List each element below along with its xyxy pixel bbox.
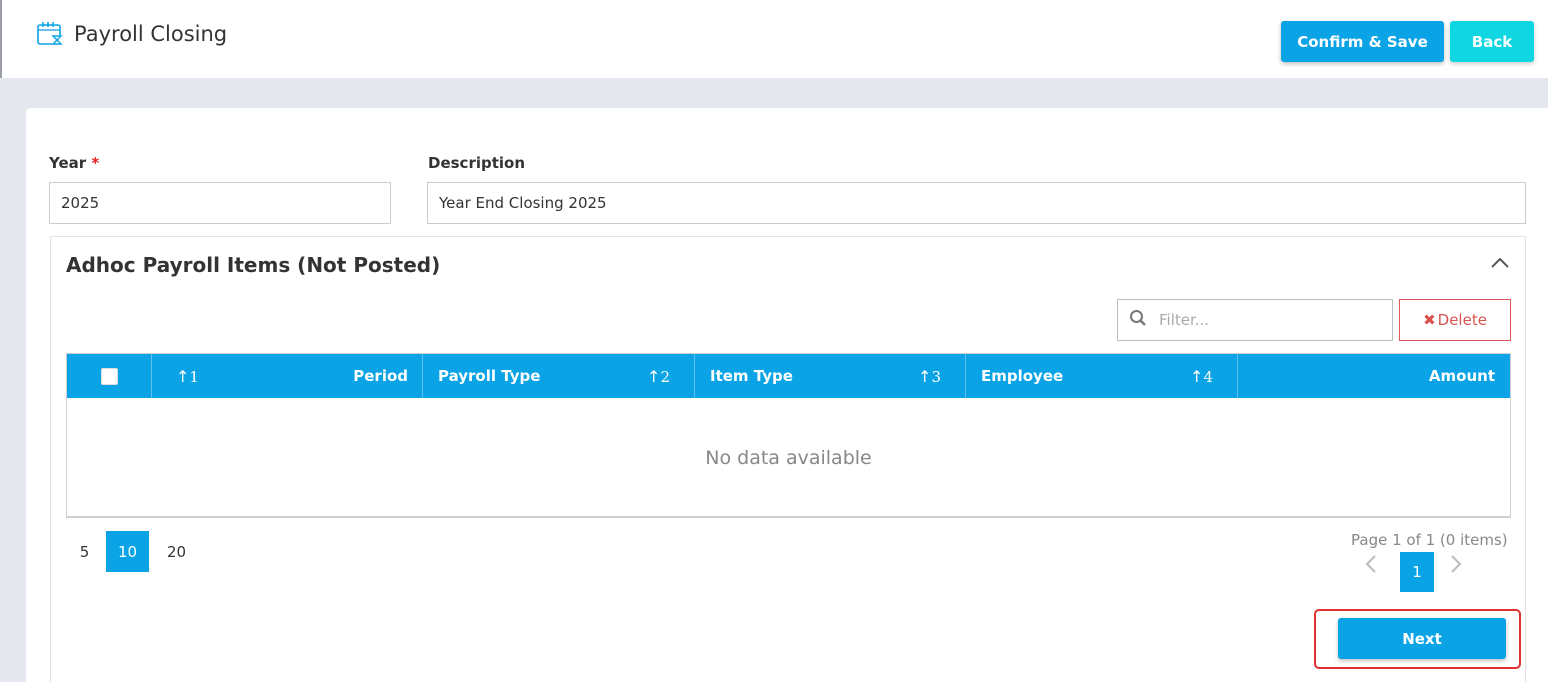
- sort-arrow-icon: ↑: [176, 366, 190, 386]
- form-card: Year * 2025 Description Year End Closing…: [26, 108, 1548, 682]
- page-info: Page 1 of 1 (0 items): [1351, 531, 1508, 549]
- close-icon: ✖: [1423, 311, 1436, 329]
- title-wrap: Payroll Closing: [36, 20, 227, 48]
- column-amount[interactable]: Amount: [1238, 354, 1510, 398]
- year-value: 2025: [61, 194, 100, 212]
- sort-order: 1: [189, 367, 199, 386]
- delete-label: Delete: [1437, 311, 1487, 329]
- sort-order: 4: [1203, 367, 1213, 386]
- required-mark: *: [91, 154, 100, 172]
- page-size-5[interactable]: 5: [63, 531, 106, 572]
- column-label: Amount: [1428, 367, 1495, 385]
- column-period[interactable]: ↑1 Period: [152, 354, 423, 398]
- column-label: Employee: [981, 367, 1064, 385]
- column-label: Payroll Type: [438, 367, 541, 385]
- year-label-text: Year: [49, 154, 87, 172]
- page-title: Payroll Closing: [74, 22, 228, 46]
- chevron-right-icon[interactable]: [1449, 553, 1463, 575]
- sort-indicator: ↑1: [176, 367, 199, 386]
- filter-input[interactable]: Filter...: [1117, 299, 1393, 341]
- chevron-up-icon[interactable]: [1489, 255, 1511, 271]
- year-label: Year *: [49, 154, 99, 172]
- sort-arrow-icon: ↑: [647, 366, 661, 386]
- confirm-save-button[interactable]: Confirm & Save: [1281, 21, 1444, 62]
- page-size-20[interactable]: 20: [155, 531, 198, 572]
- page-button-1[interactable]: 1: [1400, 552, 1434, 592]
- adhoc-items-panel: Adhoc Payroll Items (Not Posted) Filter.…: [50, 236, 1526, 682]
- payroll-items-grid: ↑1 Period Payroll Type ↑2 Item Type ↑3 E…: [66, 353, 1511, 518]
- select-all-header: [67, 354, 152, 398]
- filter-placeholder: Filter...: [1159, 311, 1210, 329]
- column-label: Item Type: [710, 367, 793, 385]
- year-input[interactable]: 2025: [49, 182, 391, 224]
- description-input[interactable]: Year End Closing 2025: [427, 182, 1526, 224]
- delete-button[interactable]: ✖ Delete: [1399, 299, 1511, 341]
- sort-arrow-icon: ↑: [918, 366, 932, 386]
- page-header: Payroll Closing Confirm & Save Back: [0, 0, 1548, 78]
- next-button[interactable]: Next: [1338, 618, 1506, 659]
- description-label: Description: [428, 154, 526, 172]
- chevron-left-icon[interactable]: [1364, 553, 1378, 575]
- grid-header: ↑1 Period Payroll Type ↑2 Item Type ↑3 E…: [67, 354, 1510, 398]
- column-label: Period: [353, 367, 408, 385]
- column-payroll-type[interactable]: Payroll Type ↑2: [423, 354, 695, 398]
- sort-indicator: ↑2: [647, 367, 670, 386]
- panel-title: Adhoc Payroll Items (Not Posted): [66, 253, 441, 277]
- next-highlight: Next: [1314, 609, 1521, 669]
- column-employee[interactable]: Employee ↑4: [966, 354, 1238, 398]
- column-item-type[interactable]: Item Type ↑3: [695, 354, 966, 398]
- back-button[interactable]: Back: [1450, 21, 1534, 62]
- sort-arrow-icon: ↑: [1190, 366, 1204, 386]
- sort-indicator: ↑4: [1190, 367, 1213, 386]
- sort-order: 2: [660, 367, 670, 386]
- page-size-10[interactable]: 10: [106, 531, 149, 572]
- select-all-checkbox[interactable]: [101, 367, 118, 385]
- description-value: Year End Closing 2025: [439, 194, 607, 212]
- sort-indicator: ↑3: [918, 367, 941, 386]
- calendar-clock-icon: [36, 20, 64, 48]
- sort-order: 3: [931, 367, 941, 386]
- search-icon: [1129, 309, 1147, 331]
- empty-message: No data available: [705, 446, 872, 469]
